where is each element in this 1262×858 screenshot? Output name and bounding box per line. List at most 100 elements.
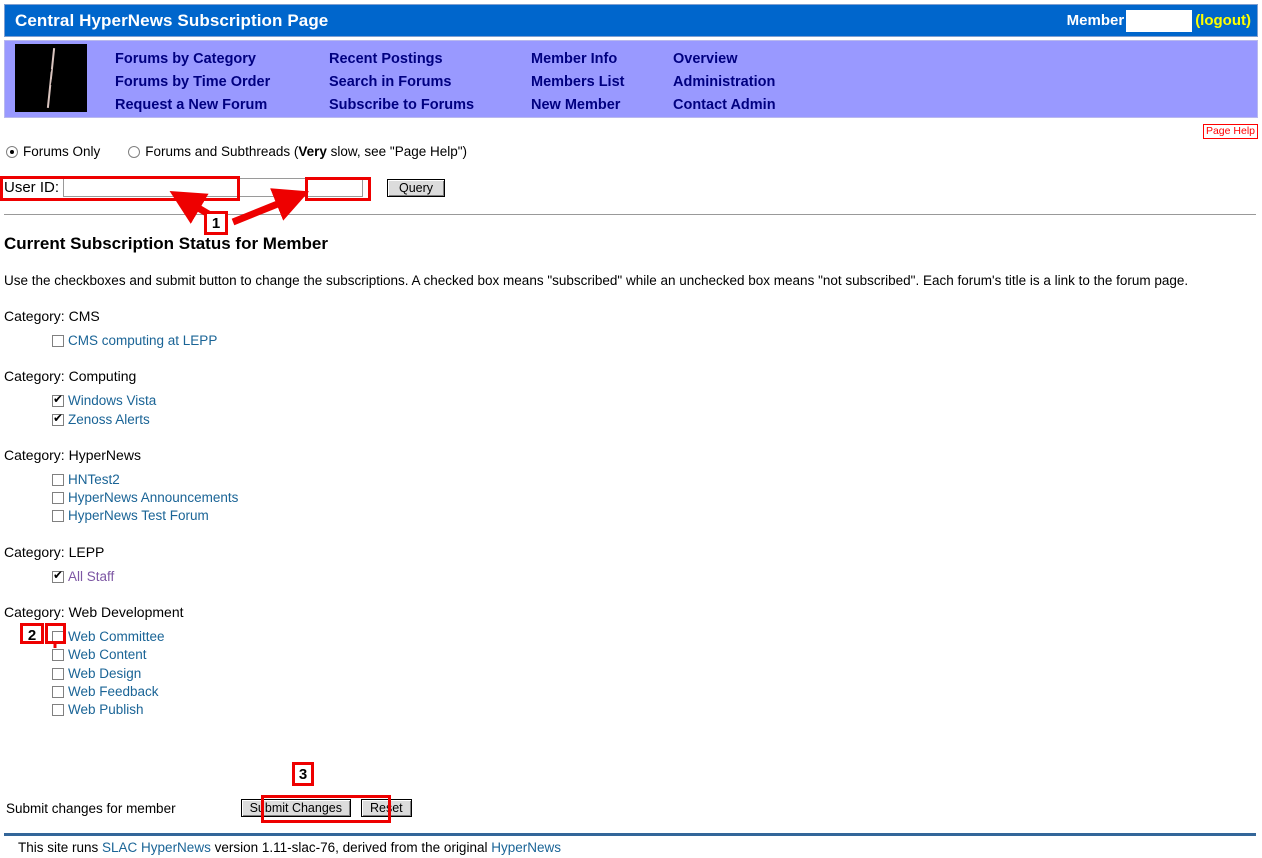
forum-subscribe-checkbox[interactable] <box>52 568 64 583</box>
forum-link[interactable]: Web Publish <box>68 702 144 717</box>
footer-text-1: This site runs <box>18 840 103 855</box>
forum-item: Web Design <box>52 665 1258 683</box>
nav-column-2: Recent Postings Search in Forums Subscri… <box>329 48 531 117</box>
forum-subscribe-checkbox[interactable] <box>52 492 64 505</box>
footer-divider <box>4 833 1256 836</box>
nav-link-search-in-forums[interactable]: Search in Forums <box>329 71 531 94</box>
forum-link[interactable]: HyperNews Announcements <box>68 490 238 505</box>
submit-row: Submit changes for member Submit Changes… <box>6 799 412 817</box>
nav-link-new-member[interactable]: New Member <box>531 94 673 117</box>
status-heading: Current Subscription Status for Member <box>4 234 328 253</box>
radio-forums-and-subthreads-label: Forums and Subthreads (Very slow, see "P… <box>145 144 467 159</box>
forum-link[interactable]: Web Feedback <box>68 684 159 699</box>
category-heading: Category: LEPP <box>4 543 105 560</box>
scope-radio-group: Forums Only Forums and Subthreads (Very … <box>6 144 467 159</box>
nav-columns: Forums by Category Forums by Time Order … <box>115 41 776 117</box>
member-name-value <box>1126 9 1193 32</box>
annotation-marker-3: 3 <box>292 762 314 786</box>
forum-link[interactable]: Zenoss Alerts <box>68 412 150 427</box>
category-heading: Category: HyperNews <box>4 446 141 463</box>
logo-wordmark: LEPP <box>21 63 81 90</box>
forum-link[interactable]: CMS computing at LEPP <box>68 333 217 348</box>
user-id-input[interactable] <box>63 178 364 197</box>
forum-subscribe-checkbox[interactable] <box>52 704 64 717</box>
forum-item: HyperNews Test Forum <box>52 507 1258 525</box>
intro-text: Use the checkboxes and submit button to … <box>4 273 1189 288</box>
nav-link-forums-by-time-order[interactable]: Forums by Time Order <box>115 71 329 94</box>
nav-column-3: Member Info Members List New Member <box>531 48 673 117</box>
forum-subscribe-checkbox[interactable] <box>52 392 64 408</box>
main-navigation: LEPP Forums by Category Forums by Time O… <box>4 40 1258 118</box>
logout-link[interactable]: (logout) <box>1192 12 1257 29</box>
reset-button[interactable]: Reset <box>361 799 412 817</box>
forum-item: Web Committee <box>52 628 1258 646</box>
nav-link-members-list[interactable]: Members List <box>531 71 673 94</box>
nav-link-forums-by-category[interactable]: Forums by Category <box>115 48 329 71</box>
forum-list: CMS computing at LEPP <box>4 332 1258 350</box>
category-heading: Category: Web Development <box>4 604 184 621</box>
forum-subscribe-checkbox[interactable] <box>52 685 64 698</box>
forum-subscribe-checkbox[interactable] <box>52 510 64 523</box>
nav-link-contact-admin[interactable]: Contact Admin <box>673 94 776 117</box>
forum-subscribe-checkbox[interactable] <box>52 473 64 486</box>
forum-subscribe-checkbox[interactable] <box>52 411 64 426</box>
forum-item: HNTest2 <box>52 471 1258 489</box>
footer-text-2: version 1.11-slac-76, derived from the o… <box>210 840 492 855</box>
forum-item: Windows Vista <box>52 392 1258 410</box>
forum-item: Web Publish <box>52 701 1258 719</box>
category-container: Category: CMS CMS computing at LEPP Catego… <box>4 308 1258 720</box>
user-id-label: User ID: <box>4 179 60 196</box>
footer-text: This site runs SLAC HyperNews version 1.… <box>18 840 561 855</box>
nav-column-1: Forums by Category Forums by Time Order … <box>115 48 329 117</box>
forum-list: All Staff <box>4 568 1258 586</box>
forum-item: All Staff <box>52 568 1258 586</box>
nav-column-4: Overview Administration Contact Admin <box>673 48 776 117</box>
forum-link[interactable]: Web Content <box>68 647 147 662</box>
category-heading: Category: Computing <box>4 368 137 385</box>
nav-link-request-a-new-forum[interactable]: Request a New Forum <box>115 94 329 117</box>
forum-subscribe-checkbox[interactable] <box>52 335 64 347</box>
scope-opt2-bold: Very <box>298 144 327 159</box>
user-id-query-row: User ID: Query <box>0 178 1258 197</box>
radio-forums-only-label: Forums Only <box>23 144 101 159</box>
forum-list: Web Committee Web Content Web Design Web Fe… <box>4 628 1258 719</box>
forum-link[interactable]: All Staff <box>68 569 114 584</box>
submit-changes-button[interactable]: Submit Changes <box>240 799 351 817</box>
member-label: Member <box>1066 12 1125 29</box>
lepp-logo-icon: LEPP <box>15 44 87 112</box>
member-block: Member (logout) <box>1067 5 1257 36</box>
forum-subscribe-checkbox[interactable] <box>52 649 64 662</box>
query-button[interactable]: Query <box>387 178 446 197</box>
footer-link-hypernews[interactable]: HyperNews <box>491 840 561 855</box>
nav-link-subscribe-to-forums[interactable]: Subscribe to Forums <box>329 94 531 117</box>
submit-caption: Submit changes for member <box>6 800 176 816</box>
forum-list: Windows Vista Zenoss Alerts <box>4 392 1258 429</box>
page-help-link[interactable]: Page Help <box>1202 124 1258 139</box>
radio-forums-and-subthreads[interactable] <box>128 145 141 158</box>
forum-link[interactable]: Web Design <box>68 666 141 681</box>
forum-link[interactable]: HNTest2 <box>68 472 120 487</box>
subscription-content: Current Subscription Status for Member U… <box>4 234 1258 738</box>
page-title: Central HyperNews Subscription Page <box>15 10 329 30</box>
forum-item: Web Feedback <box>52 683 1258 701</box>
page-header-bar: Central HyperNews Subscription Page Memb… <box>4 4 1258 37</box>
scope-opt2-post: slow, see "Page Help") <box>326 144 468 159</box>
nav-link-recent-postings[interactable]: Recent Postings <box>329 48 531 71</box>
forum-link[interactable]: Windows Vista <box>68 393 156 408</box>
forum-link[interactable]: HyperNews Test Forum <box>68 508 209 523</box>
category-heading: Category: CMS <box>4 308 100 324</box>
footer-link-slac-hypernews[interactable]: SLAC HyperNews <box>102 840 211 855</box>
forum-link[interactable]: Web Committee <box>68 629 165 644</box>
forum-item: Zenoss Alerts <box>52 411 1258 429</box>
section-divider <box>4 214 1256 215</box>
nav-link-administration[interactable]: Administration <box>673 71 776 94</box>
forum-list: HNTest2 HyperNews Announcements HyperNews … <box>4 471 1258 526</box>
nav-link-member-info[interactable]: Member Info <box>531 48 673 71</box>
forum-item: CMS computing at LEPP <box>52 332 1258 350</box>
forum-item: HyperNews Announcements <box>52 489 1258 507</box>
forum-subscribe-checkbox[interactable] <box>52 667 64 680</box>
radio-forums-only[interactable] <box>6 145 18 158</box>
forum-subscribe-checkbox[interactable] <box>52 631 64 644</box>
forum-item: Web Content <box>52 646 1258 664</box>
nav-link-overview[interactable]: Overview <box>673 48 776 71</box>
